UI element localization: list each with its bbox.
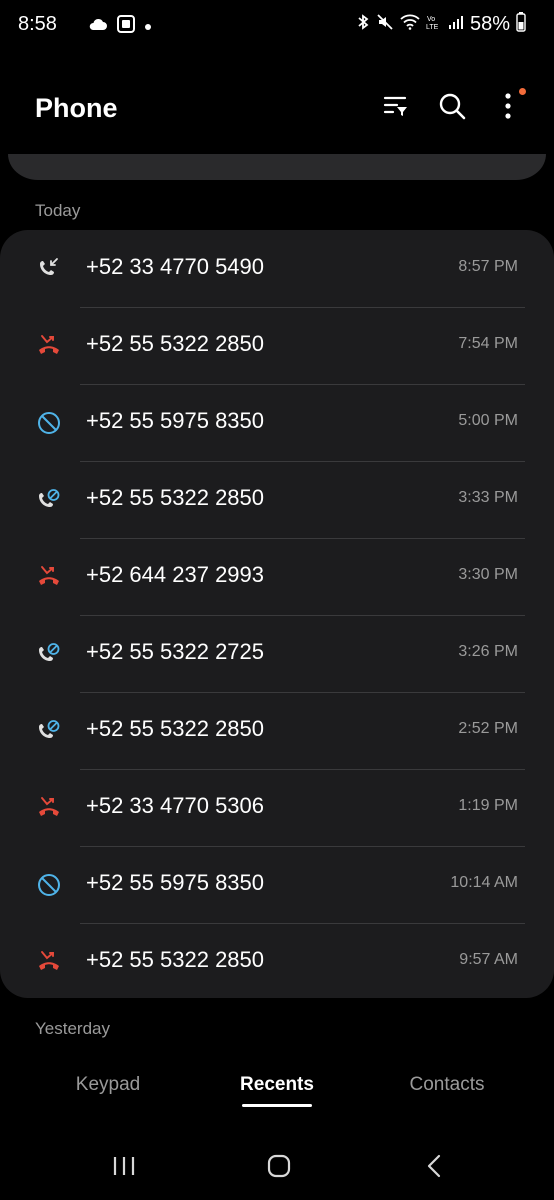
bottom-tabs: Keypad Recents Contacts — [0, 1074, 554, 1114]
search-button[interactable] — [436, 92, 468, 124]
section-header-today: Today — [35, 201, 81, 220]
wifi-icon — [400, 14, 420, 35]
screen-record-icon — [116, 14, 136, 39]
call-number: +52 55 5322 2850 — [86, 331, 265, 356]
call-time: 7:54 PM — [458, 335, 518, 352]
call-number: +52 55 5322 2725 — [86, 639, 265, 664]
call-number: +52 55 5975 8350 — [86, 408, 265, 433]
header-actions — [380, 88, 526, 124]
rejected-call-icon — [36, 641, 62, 667]
blocked-call-icon — [36, 872, 62, 898]
call-time: 10:14 AM — [450, 874, 518, 891]
recent-apps-button[interactable] — [104, 1154, 144, 1182]
battery-percentage: 58% — [469, 13, 510, 35]
status-time: 8:58 — [18, 13, 57, 35]
call-number: +52 55 5975 8350 — [86, 870, 265, 895]
call-number: +52 55 5322 2850 — [86, 485, 265, 510]
search-icon — [438, 92, 466, 125]
call-log-row[interactable]: +52 33 4770 5306 1:19 PM — [0, 769, 554, 846]
call-number: +52 55 5322 2850 — [86, 716, 265, 741]
call-log-row[interactable]: +52 55 5975 8350 10:14 AM — [0, 846, 554, 923]
home-button[interactable] — [259, 1154, 299, 1182]
mute-icon — [376, 13, 394, 36]
dot-icon — [144, 18, 152, 36]
bluetooth-icon — [356, 13, 370, 36]
missed-call-icon — [36, 564, 62, 590]
missed-call-icon — [36, 333, 62, 359]
blocked-call-icon — [36, 410, 62, 436]
call-log-row[interactable]: +52 55 5322 2850 3:33 PM — [0, 461, 554, 538]
more-options-icon — [504, 92, 512, 124]
call-time: 2:52 PM — [458, 720, 518, 737]
call-time: 9:57 AM — [459, 951, 518, 968]
app-title: Phone — [35, 93, 118, 123]
call-log-row[interactable]: +52 55 5322 2850 9:57 AM — [0, 923, 554, 1000]
tab-recents[interactable]: Recents — [237, 1074, 317, 1096]
back-button[interactable] — [414, 1154, 454, 1182]
call-log-row[interactable]: +52 644 237 2993 3:30 PM — [0, 538, 554, 615]
incoming-call-icon — [36, 256, 62, 282]
recent-apps-icon — [111, 1155, 137, 1182]
notification-dot — [519, 88, 526, 95]
call-time: 8:57 PM — [458, 258, 518, 275]
home-icon — [266, 1154, 292, 1183]
call-log-row[interactable]: +52 55 5322 2850 2:52 PM — [0, 692, 554, 769]
missed-call-icon — [36, 795, 62, 821]
call-log-card: +52 33 4770 5490 8:57 PM +52 55 5322 2850 7… — [0, 230, 554, 998]
call-log-row[interactable]: +52 55 5975 8350 5:00 PM — [0, 384, 554, 461]
cloud-icon — [88, 17, 108, 36]
call-log-row[interactable]: +52 55 5322 2725 3:26 PM — [0, 615, 554, 692]
status-left-icons — [88, 14, 152, 39]
rejected-call-icon — [36, 487, 62, 513]
call-number: +52 644 237 2993 — [86, 562, 265, 587]
signal-icon — [448, 14, 464, 35]
more-options-button[interactable] — [492, 88, 526, 124]
call-time: 5:00 PM — [458, 412, 518, 429]
call-number: +52 33 4770 5490 — [86, 254, 265, 279]
tab-contacts[interactable]: Contacts — [402, 1074, 492, 1096]
volte-icon: Vo LTE — [426, 13, 442, 36]
rejected-call-icon — [36, 718, 62, 744]
call-time: 3:30 PM — [458, 566, 518, 583]
battery-icon — [516, 12, 526, 37]
missed-call-icon — [36, 949, 62, 975]
back-icon — [426, 1154, 442, 1183]
collapsed-panel[interactable] — [8, 154, 546, 180]
svg-text:LTE: LTE — [426, 24, 439, 31]
call-log-row[interactable]: +52 55 5322 2850 7:54 PM — [0, 307, 554, 384]
call-time: 3:26 PM — [458, 643, 518, 660]
svg-text:Vo: Vo — [427, 16, 435, 23]
section-header-yesterday: Yesterday — [35, 1019, 110, 1038]
tab-keypad[interactable]: Keypad — [70, 1074, 146, 1096]
call-number: +52 33 4770 5306 — [86, 793, 265, 818]
call-time: 3:33 PM — [458, 489, 518, 506]
status-bar: 8:58 Vo LTE 58% — [0, 0, 554, 52]
call-time: 1:19 PM — [458, 797, 518, 814]
system-navigation-bar — [0, 1140, 554, 1200]
filter-button[interactable] — [380, 92, 412, 124]
phone-app-screen: 8:58 Vo LTE 58% Phone Today +52 33 4770 … — [0, 0, 554, 1200]
active-tab-indicator — [242, 1104, 312, 1107]
call-log-row[interactable]: +52 33 4770 5490 8:57 PM — [0, 230, 554, 307]
status-right-icons: Vo LTE 58% — [356, 12, 526, 37]
filter-icon — [383, 94, 409, 123]
call-number: +52 55 5322 2850 — [86, 947, 265, 972]
